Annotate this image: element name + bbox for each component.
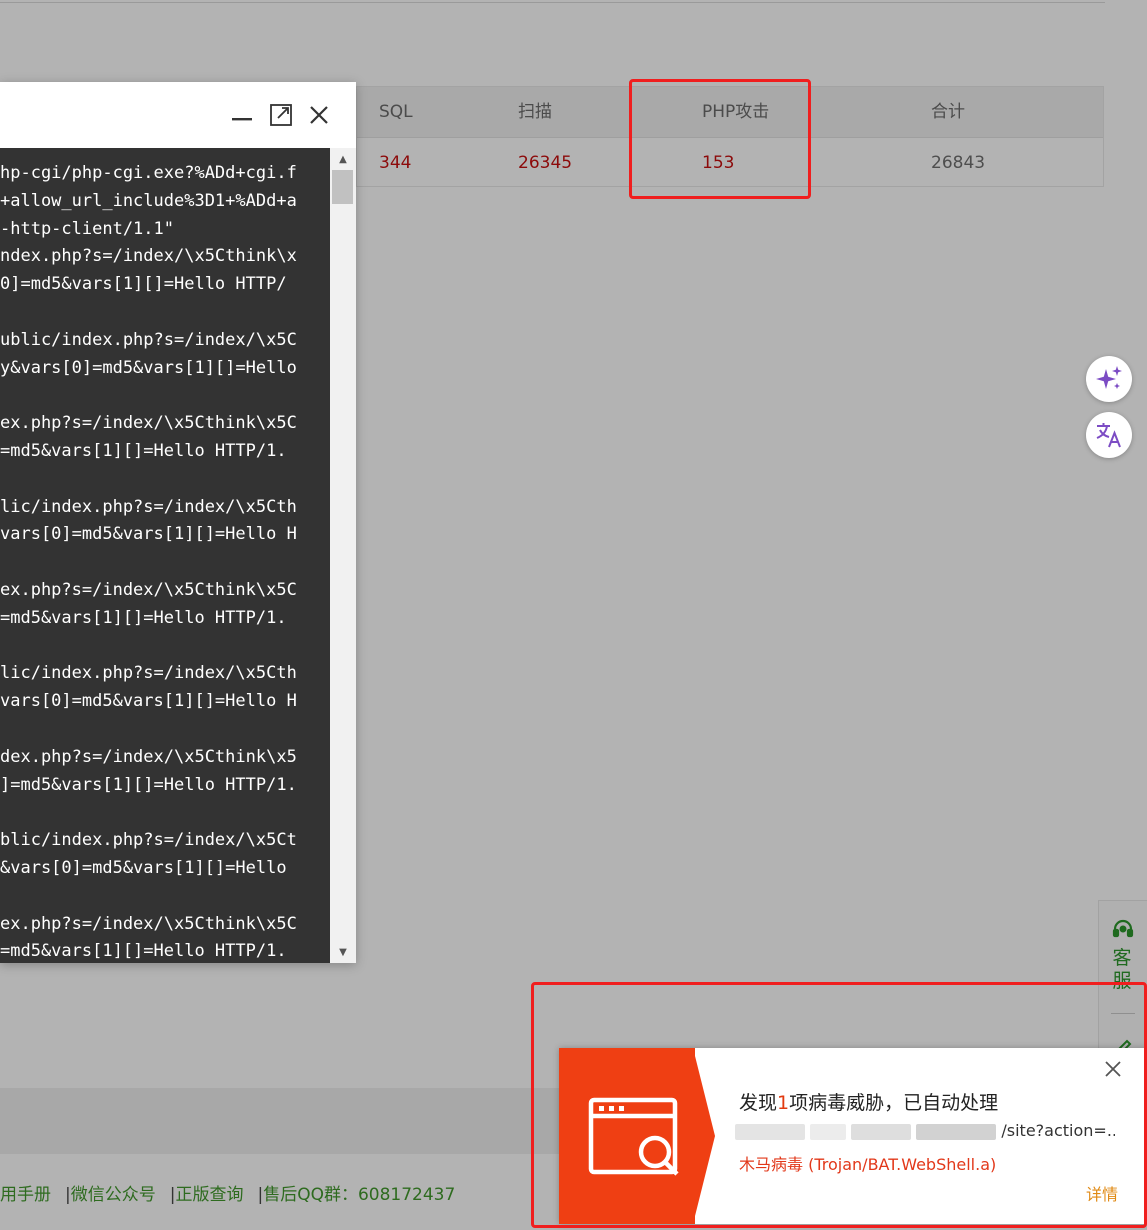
header-sql: SQL	[379, 102, 413, 122]
maximize-icon	[270, 104, 292, 126]
scroll-thumb[interactable]	[332, 170, 353, 204]
value-total: 26843	[931, 153, 986, 173]
footer-link-wechat[interactable]: 微信公众号	[71, 1185, 156, 1205]
header-scan: 扫描	[518, 102, 552, 122]
ai-assistant-button[interactable]	[1086, 356, 1132, 402]
footer-links: 用手册 |微信公众号 |正版查询 |售后QQ群：608172437	[0, 1180, 455, 1208]
log-content[interactable]: hp-cgi/php-cgi.exe?%ADd+cgi.f +allow_url…	[0, 148, 330, 963]
virus-toast-highlight	[531, 982, 1147, 1228]
translate-button[interactable]	[1086, 412, 1132, 458]
value-sql: 344	[379, 153, 412, 173]
php-attack-highlight	[629, 79, 811, 199]
attack-log-dialog: hp-cgi/php-cgi.exe?%ADd+cgi.f +allow_url…	[0, 82, 356, 963]
close-dialog-button[interactable]	[306, 102, 332, 128]
footer-link-qq-group[interactable]: 售后QQ群：608172437	[263, 1185, 455, 1205]
translate-icon	[1096, 423, 1121, 448]
scroll-down-arrow-icon[interactable]: ▼	[330, 943, 356, 961]
close-icon	[310, 106, 328, 124]
value-scan: 26345	[518, 153, 573, 173]
dialog-header	[0, 82, 356, 148]
footer-link-license-check[interactable]: 正版查询	[175, 1185, 243, 1205]
minimize-button[interactable]	[229, 102, 255, 128]
headset-icon	[1112, 919, 1134, 938]
footer-link-manual[interactable]: 用手册	[0, 1185, 51, 1205]
log-scrollbar[interactable]: ▲ ▼	[330, 148, 356, 963]
sparkle-icon	[1096, 366, 1122, 389]
log-text: hp-cgi/php-cgi.exe?%ADd+cgi.f +allow_url…	[0, 163, 297, 962]
minimize-icon	[232, 118, 252, 121]
maximize-button[interactable]	[268, 102, 294, 128]
scroll-up-arrow-icon[interactable]: ▲	[330, 150, 356, 168]
top-divider	[0, 2, 1105, 3]
header-total: 合计	[931, 102, 965, 122]
